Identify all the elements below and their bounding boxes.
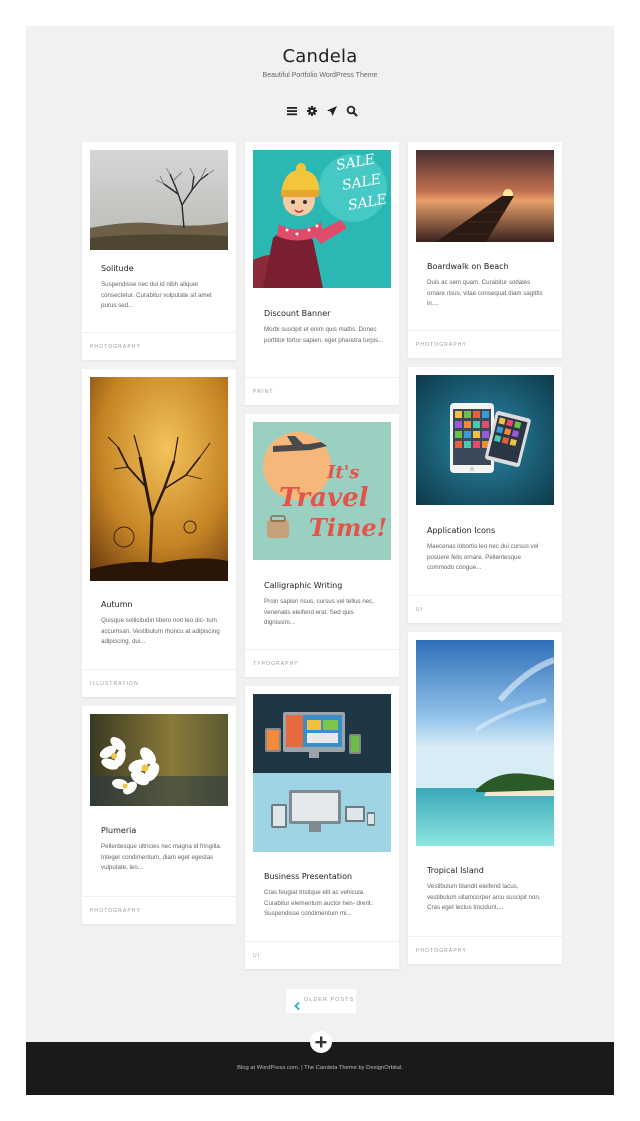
post-thumbnail[interactable]: [90, 377, 228, 581]
post-excerpt: Maecenas lobortis leo nec dui cursus vel…: [427, 543, 539, 571]
post-excerpt: Duis ac sem quam. Curabitur sodales orna…: [427, 279, 543, 307]
send-icon[interactable]: [326, 104, 338, 116]
post-title[interactable]: Business Presentation: [264, 872, 385, 881]
post-title[interactable]: Boardwalk on Beach: [427, 262, 548, 271]
post-thumbnail[interactable]: [416, 640, 554, 846]
post-thumbnail[interactable]: [416, 150, 554, 242]
post-category[interactable]: PHOTOGRAPHY: [90, 908, 141, 914]
post-excerpt: Suspendisse nec dui id nibh aliquet cons…: [101, 281, 212, 309]
post-thumbnail[interactable]: It's Travel Time!: [253, 422, 391, 560]
divider: [82, 669, 236, 670]
post-category[interactable]: PHOTOGRAPHY: [90, 344, 141, 350]
post-thumbnail[interactable]: [90, 150, 228, 250]
post-category[interactable]: UI: [416, 607, 423, 613]
post-card-plumeria[interactable]: Plumeria Pellentesque ultricies nec magn…: [82, 706, 236, 924]
post-category[interactable]: PHOTOGRAPHY: [416, 342, 467, 348]
post-card-business-presentation[interactable]: Business Presentation Cras feugiat trist…: [245, 686, 399, 969]
post-excerpt: Cras feugiat tristique elit ac vehicula.…: [264, 889, 373, 917]
theme-credit-link[interactable]: The Candela Theme by DesignOrbital.: [304, 1065, 403, 1071]
post-title[interactable]: Discount Banner: [264, 309, 385, 318]
post-excerpt: Vestibulum blandit eleifend lacus, vesti…: [427, 883, 541, 911]
post-thumbnail[interactable]: [90, 714, 228, 806]
post-excerpt: Quisque sollicitudin libero non leo dic-…: [101, 617, 220, 645]
post-category[interactable]: ILLUSTRATION: [90, 681, 139, 687]
divider: [245, 649, 399, 650]
post-title[interactable]: Autumn: [101, 600, 222, 609]
divider: [408, 330, 562, 331]
divider: [408, 936, 562, 937]
post-thumbnail[interactable]: SALE SALE SALE: [253, 150, 391, 288]
chevron-left-icon: [294, 997, 300, 1011]
older-posts-button[interactable]: OLDER POSTS: [286, 989, 356, 1013]
post-card-discount-banner[interactable]: SALE SALE SALE Discount Banner Morbi sus…: [245, 142, 399, 405]
post-category[interactable]: TYPOGRAPHY: [253, 661, 299, 667]
footer-credit: Blog at WordPress.com. | The Candela The…: [26, 1065, 614, 1071]
divider: [245, 941, 399, 942]
site-description: Beautiful Portfolio WordPress Theme: [262, 72, 378, 79]
calligraphy-text: Travel: [279, 483, 369, 513]
post-title[interactable]: Plumeria: [101, 826, 222, 835]
post-card-application-icons[interactable]: Application Icons Maecenas lobortis leo …: [408, 367, 562, 623]
post-title[interactable]: Tropical Island: [427, 866, 548, 875]
post-excerpt: Morbi suscipit et enim quis mattis. Done…: [264, 326, 384, 344]
post-card-boardwalk-on-beach[interactable]: Boardwalk on Beach Duis ac sem quam. Cur…: [408, 142, 562, 358]
divider: [82, 896, 236, 897]
divider: [82, 332, 236, 333]
post-card-autumn[interactable]: Autumn Quisque sollicitudin libero non l…: [82, 369, 236, 697]
calligraphy-text: Time!: [309, 513, 387, 542]
menu-icon[interactable]: [286, 104, 298, 116]
calligraphy-text: It's: [326, 462, 359, 483]
post-thumbnail[interactable]: [416, 375, 554, 505]
gear-icon[interactable]: [306, 104, 318, 116]
search-icon[interactable]: [346, 104, 358, 117]
older-posts-label: OLDER POSTS: [304, 997, 355, 1003]
post-card-solitude[interactable]: Solitude Suspendisse nec dui id nibh ali…: [82, 142, 236, 360]
footer-toggle-button[interactable]: [310, 1031, 332, 1053]
post-card-tropical-island[interactable]: Tropical Island Vestibulum blandit eleif…: [408, 632, 562, 964]
post-card-calligraphic-writing[interactable]: It's Travel Time! Calligraphic Writing P…: [245, 414, 399, 677]
wordpress-link[interactable]: Blog at WordPress.com.: [237, 1065, 299, 1071]
post-title[interactable]: Application Icons: [427, 526, 548, 535]
post-thumbnail[interactable]: [253, 694, 391, 852]
site-title[interactable]: Candela: [0, 46, 640, 67]
post-category[interactable]: PRINT: [253, 389, 274, 395]
post-category[interactable]: PHOTOGRAPHY: [416, 948, 467, 954]
divider: [245, 377, 399, 378]
post-excerpt: Proin sapien risus, cursus vel tellus ne…: [264, 598, 375, 626]
header-icon-bar: [284, 104, 360, 118]
post-title[interactable]: Solitude: [101, 264, 222, 273]
plus-icon: [315, 1036, 327, 1048]
divider: [408, 595, 562, 596]
post-category[interactable]: UI: [253, 953, 260, 959]
post-title[interactable]: Calligraphic Writing: [264, 581, 385, 590]
post-excerpt: Pellentesque ultricies nec magna id frin…: [101, 843, 222, 871]
